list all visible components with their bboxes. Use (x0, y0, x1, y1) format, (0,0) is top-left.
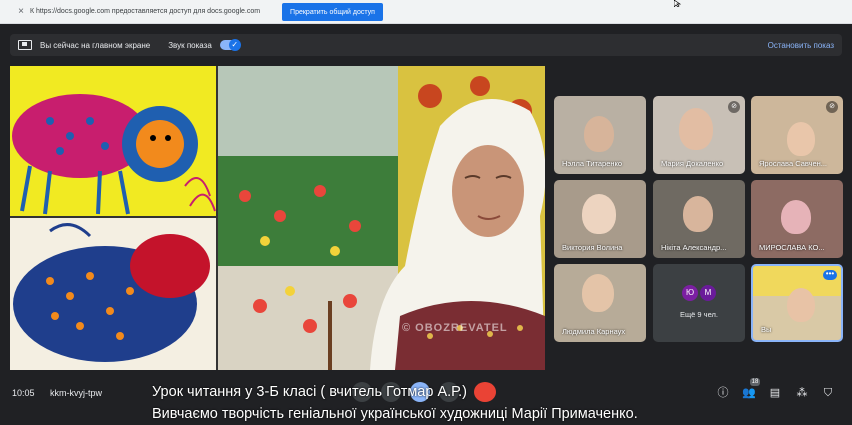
participant-name: Мария Докаленко (661, 159, 724, 168)
presenting-label: Вы сейчас на главном экране (40, 40, 151, 50)
sound-label: Звук показа (168, 40, 212, 50)
participant-name: Вы (761, 325, 772, 334)
mic-off-icon: ⊘ (826, 101, 838, 113)
participants-count-badge: 18 (750, 378, 760, 386)
presenting-bar: Вы сейчас на главном экране Звук показа … (10, 34, 842, 56)
self-tile[interactable]: ••• Вы (751, 264, 843, 342)
stop-sharing-button[interactable]: Прекратить общий доступ (282, 3, 383, 21)
participant-name: Нэлла Титаренко (562, 159, 623, 168)
sound-toggle[interactable]: ✓ (219, 39, 241, 51)
participant-tile[interactable]: Людмила Карнаух (554, 264, 646, 342)
shared-screen: © OBOZREVATEL (10, 66, 545, 370)
share-notification-bar: × К https://docs.google.com предоставляе… (0, 0, 852, 24)
participant-name: МИРОСЛАВА КО... (759, 243, 825, 252)
participant-name: Виктория Волина (562, 243, 623, 252)
participant-tile[interactable]: Нікіта Александр... (653, 180, 745, 258)
more-participants-tile[interactable]: Ю М Ещё 9 чел. (653, 264, 745, 342)
share-message: К https://docs.google.com предоставляетс… (30, 8, 261, 15)
chat-icon[interactable]: ▤ (768, 386, 782, 400)
participant-tile[interactable]: Виктория Волина (554, 180, 646, 258)
caption-line-1: Урок читання у 3-Б класі ( вчитель Готма… (152, 384, 467, 400)
more-options-icon[interactable]: ••• (823, 270, 837, 280)
participant-tile[interactable]: Нэлла Титаренко (554, 96, 646, 174)
meeting-code: kkm-kvyj-tpw (50, 388, 102, 398)
participant-avatar: М (700, 285, 716, 301)
close-notification-button[interactable]: × (14, 6, 28, 17)
people-icon[interactable]: 👥 (742, 386, 756, 400)
mouse-cursor-icon (674, 0, 682, 7)
participant-avatar: Ю (682, 285, 698, 301)
activities-icon[interactable]: ⁂ (795, 386, 809, 400)
participant-tile[interactable]: МИРОСЛАВА КО... (751, 180, 843, 258)
info-icon[interactable]: ⓘ (716, 386, 730, 400)
watermark: © OBOZREVATEL (402, 322, 508, 334)
participant-name: Людмила Карнаух (562, 327, 626, 336)
host-controls-icon[interactable]: ⛉ (821, 386, 835, 400)
participant-name: Ярослава Савчен... (759, 159, 828, 168)
caption-line-2: Вивчаємо творчість геніальної українсько… (152, 406, 638, 422)
participant-tile[interactable]: ⊘ Ярослава Савчен... (751, 96, 843, 174)
stop-presenting-link[interactable]: Остановить показ (768, 41, 834, 50)
present-screen-icon (18, 40, 32, 50)
meeting-time: 10:05 (12, 388, 35, 398)
more-participants-label: Ещё 9 чел. (680, 310, 718, 319)
participant-name: Нікіта Александр... (661, 243, 727, 252)
mic-off-icon: ⊘ (728, 101, 740, 113)
participant-tile[interactable]: ⊘ Мария Докаленко (653, 96, 745, 174)
check-icon: ✓ (228, 39, 241, 51)
